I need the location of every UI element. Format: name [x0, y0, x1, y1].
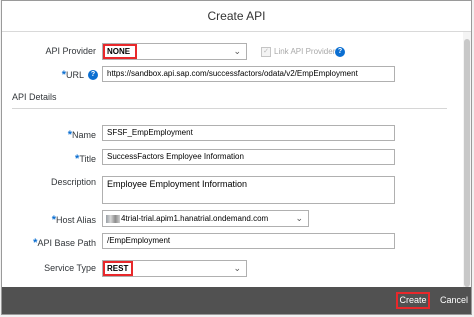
dialog-header: Create API	[2, 1, 471, 32]
service-type-value: REST	[103, 261, 133, 276]
section-divider	[12, 108, 447, 109]
api-base-path-input[interactable]: /EmpEmployment	[102, 233, 395, 249]
service-type-label: Service Type	[44, 263, 96, 273]
title-label: *Title	[75, 153, 96, 165]
dialog-title: Create API	[207, 9, 266, 23]
dialog-footer: Create Cancel	[2, 287, 471, 314]
chevron-down-icon: ⌄	[233, 263, 241, 273]
link-api-provider-label: Link API Provider	[274, 47, 336, 56]
section-title: API Details	[12, 92, 57, 102]
api-base-path-label: *API Base Path	[33, 237, 96, 249]
api-provider-value: NONE	[103, 44, 137, 59]
chevron-down-icon: ⌄	[233, 46, 241, 56]
cancel-button[interactable]: Cancel	[437, 292, 471, 309]
description-label: Description	[50, 177, 96, 187]
chevron-down-icon: ⌄	[295, 213, 303, 223]
url-label: *URL	[61, 69, 84, 81]
name-label: *Name	[67, 129, 96, 141]
help-icon[interactable]: ?	[335, 47, 345, 57]
title-input[interactable]: SuccessFactors Employee Information	[102, 149, 395, 165]
create-button[interactable]: Create	[396, 292, 430, 309]
host-alias-select[interactable]: 4trial-trial.apim1.hanatrial.ondemand.co…	[102, 210, 309, 227]
api-provider-label: API Provider	[45, 46, 96, 56]
link-api-provider-checkbox[interactable]: ✓	[261, 47, 271, 57]
help-icon[interactable]: ?	[88, 70, 98, 80]
host-alias-label: *Host Alias	[51, 214, 96, 226]
create-api-dialog: Create API API Provider ⌄ NONE ✓ Link AP…	[1, 0, 472, 315]
name-input[interactable]: SFSF_EmpEmployment	[102, 125, 395, 141]
host-alias-value: 4trial-trial.apim1.hanatrial.ondemand.co…	[121, 214, 269, 223]
url-input[interactable]: https://sandbox.api.sap.com/successfacto…	[102, 66, 395, 82]
description-textarea[interactable]: Employee Employment Information	[102, 176, 395, 204]
dialog-content: API Provider ⌄ NONE ✓ Link API Provider …	[2, 32, 463, 287]
redacted-host-prefix	[106, 214, 120, 223]
scrollbar-thumb[interactable]	[464, 39, 470, 287]
